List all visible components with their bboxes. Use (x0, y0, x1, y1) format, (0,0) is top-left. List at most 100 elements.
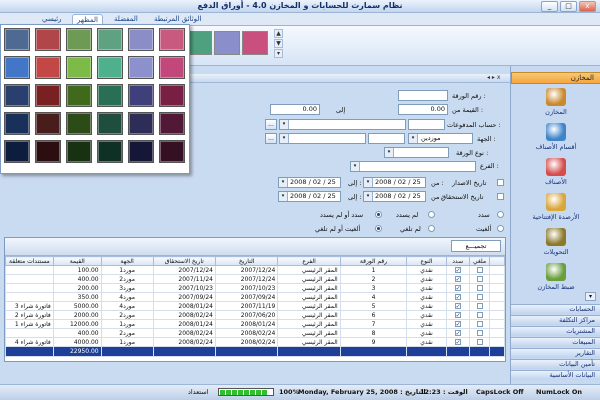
nav-item-categories[interactable]: أقسام الأصناف (517, 123, 595, 151)
col-header-cancelled[interactable]: ملغي (468, 256, 491, 266)
issue-date-checkbox[interactable] (497, 179, 504, 186)
paid-checkbox[interactable] (454, 267, 461, 273)
nav-item-stores[interactable]: المخازن (517, 88, 595, 116)
color-swatch[interactable] (35, 140, 61, 163)
paid-checkbox[interactable] (454, 303, 461, 309)
cancelled-checkbox[interactable] (476, 330, 483, 336)
col-header-branch[interactable]: الفرع (277, 256, 341, 266)
paper-no-input[interactable] (398, 90, 448, 101)
maximize-button[interactable]: □ (560, 1, 577, 12)
color-swatch[interactable] (128, 84, 154, 107)
radio-paid-or-unpaid[interactable] (375, 211, 382, 218)
nav-group-sales[interactable]: المبيعات (511, 337, 600, 347)
nav-group-data-security[interactable]: تأمين البيانات (511, 359, 600, 369)
color-swatch[interactable] (128, 28, 154, 51)
table-row[interactable]: 350.00 مورد4 2007/09/24 2007/09/24 المقر الر… (5, 292, 505, 302)
color-swatch[interactable] (35, 84, 61, 107)
color-swatch[interactable] (66, 140, 92, 163)
color-swatch[interactable] (4, 84, 30, 107)
ribbon-color-swatch[interactable] (242, 31, 268, 55)
table-row[interactable]: 100.00 مورد1 2007/12/24 2007/12/24 المقر الر… (5, 265, 505, 275)
row-indicator[interactable] (489, 274, 505, 284)
col-header-value[interactable]: القيمة (52, 256, 102, 266)
payments-account-code[interactable] (408, 119, 445, 130)
color-swatch[interactable] (4, 140, 30, 163)
color-swatch[interactable] (97, 84, 123, 107)
row-indicator[interactable] (489, 310, 505, 320)
radio-cancelled-either[interactable] (375, 225, 382, 232)
cancelled-checkbox[interactable] (476, 276, 483, 282)
nav-group-purchases[interactable]: المشتريات (511, 326, 600, 336)
color-swatch[interactable] (66, 84, 92, 107)
payments-account-select[interactable]: ▾ (279, 119, 406, 130)
color-swatch[interactable] (35, 112, 61, 135)
close-button[interactable]: x (579, 1, 596, 12)
nav-item-opening-balances[interactable]: الأرصدة الإفتتاحية (517, 193, 595, 221)
due-to-date[interactable]: ▾ 2008 / 02 / 25 (278, 191, 341, 202)
color-swatch[interactable] (97, 28, 123, 51)
value-to-input[interactable]: 0.00 (270, 104, 320, 115)
col-header-type[interactable]: النوع (406, 256, 447, 266)
table-row[interactable]: 400.00 مورد2 2007/11/24 2007/12/24 المقر الر… (5, 274, 505, 284)
issue-to-date[interactable]: ▾ 2008 / 02 / 25 (278, 177, 341, 188)
color-swatch[interactable] (128, 112, 154, 135)
color-swatch[interactable] (66, 28, 92, 51)
minimize-button[interactable]: _ (541, 1, 558, 12)
color-swatch[interactable] (128, 56, 154, 79)
cancelled-checkbox[interactable] (476, 312, 483, 318)
paper-type-select[interactable]: ▾ (384, 147, 449, 158)
table-row[interactable]: فاتورة شراء 3 5000.00 مورد4 2008/01/24 2007/… (5, 301, 505, 311)
paid-checkbox[interactable] (454, 294, 461, 300)
payments-account-browse[interactable]: ... (265, 119, 277, 130)
row-indicator[interactable] (489, 337, 505, 347)
nav-group-basic-data[interactable]: البيانات الأساسية (511, 370, 600, 380)
color-swatch[interactable] (97, 140, 123, 163)
value-from-input[interactable]: 0.00 (398, 104, 448, 115)
nav-item-stock-adjustment[interactable]: ضبط المخازن (517, 263, 595, 291)
color-swatch[interactable] (159, 112, 185, 135)
party-account-select[interactable]: ▾ (279, 133, 366, 144)
col-header-party[interactable]: الجهة (100, 256, 154, 266)
due-date-checkbox[interactable] (497, 193, 504, 200)
radio-not-cancelled[interactable] (428, 225, 435, 232)
paid-checkbox[interactable] (454, 285, 461, 291)
cancelled-checkbox[interactable] (476, 267, 483, 273)
paid-checkbox[interactable] (454, 321, 461, 327)
color-swatch[interactable] (35, 56, 61, 79)
col-header-paid[interactable]: سدد (445, 256, 470, 266)
radio-cancelled[interactable] (497, 225, 504, 232)
color-swatch[interactable] (128, 140, 154, 163)
row-indicator[interactable] (489, 292, 505, 302)
color-swatch[interactable] (35, 28, 61, 51)
party-code[interactable] (368, 133, 405, 144)
group-button[interactable]: تجميـــع (451, 240, 501, 252)
color-swatch[interactable] (97, 56, 123, 79)
nav-item-items[interactable]: الأصناف (517, 158, 595, 186)
color-swatch[interactable] (66, 112, 92, 135)
table-row[interactable]: فاتورة شراء 2 2000.00 مورد2 2008/02/24 2007/… (5, 310, 505, 320)
party-select[interactable]: ▾ موردين (408, 133, 473, 144)
nav-group-cost-centers[interactable]: مراكز التكلفة (511, 315, 600, 325)
color-swatch[interactable] (66, 56, 92, 79)
row-indicator[interactable] (489, 283, 505, 293)
due-from-date[interactable]: ▾ 2008 / 02 / 25 (363, 191, 426, 202)
cancelled-checkbox[interactable] (476, 294, 483, 300)
color-swatch[interactable] (159, 140, 185, 163)
nav-group-accounts[interactable]: الحسابات (511, 304, 600, 314)
nav-scroll-button[interactable]: ▾ (585, 292, 596, 301)
cancelled-checkbox[interactable] (476, 303, 483, 309)
col-header-paper-no[interactable]: رقم الورقة (339, 256, 408, 266)
row-indicator[interactable] (489, 265, 505, 275)
issue-from-date[interactable]: ▾ 2008 / 02 / 25 (363, 177, 426, 188)
cancelled-checkbox[interactable] (476, 321, 483, 327)
table-row[interactable]: 400.00 مورد2 2008/02/24 2008/02/24 المقر الر… (5, 328, 505, 338)
row-indicator[interactable] (489, 319, 505, 329)
color-swatch[interactable] (159, 28, 185, 51)
color-swatch[interactable] (97, 112, 123, 135)
paid-checkbox[interactable] (454, 330, 461, 336)
row-indicator[interactable] (489, 301, 505, 311)
gallery-down-button[interactable]: ▼ (274, 39, 283, 48)
nav-item-transfers[interactable]: التحويلات (517, 228, 595, 256)
table-row[interactable]: فاتورة شراء 1 12000.00 مورد1 2008/01/24 2008… (5, 319, 505, 329)
radio-paid[interactable] (497, 211, 504, 218)
